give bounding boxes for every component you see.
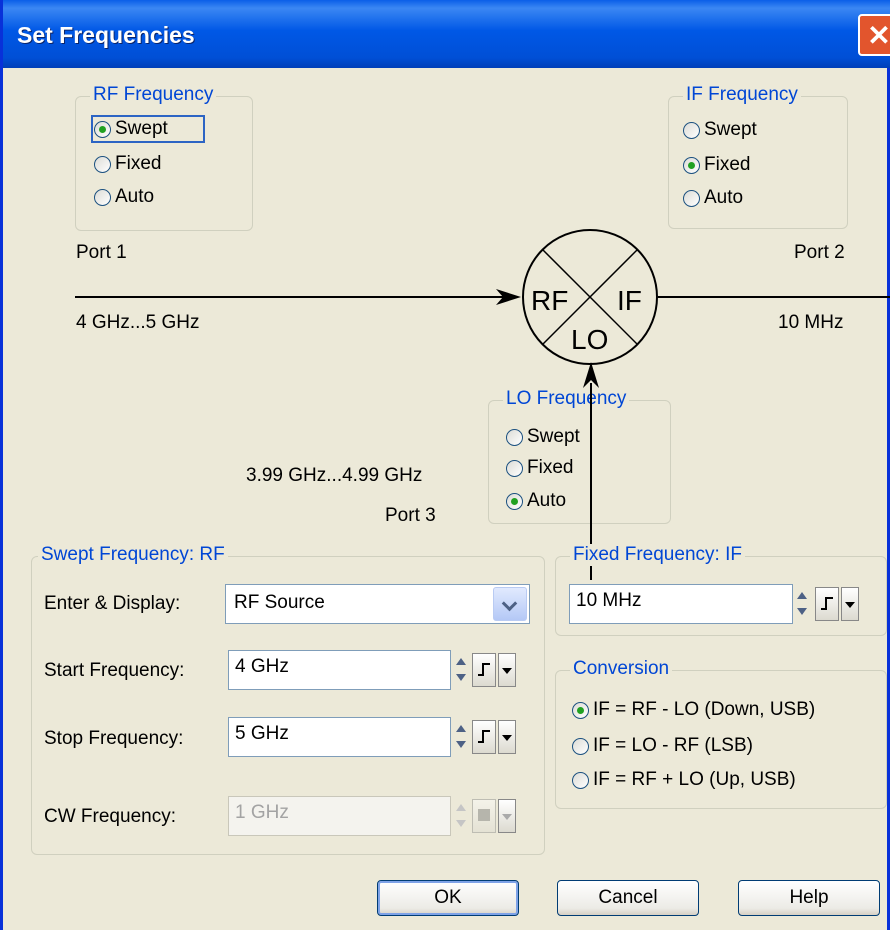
start-frequency-menu-button[interactable] [498, 653, 516, 687]
stop-frequency-label: Stop Frequency: [44, 728, 184, 749]
mixer-rf-text: RF [531, 285, 568, 316]
stop-frequency-input[interactable]: 5 GHz [228, 717, 451, 757]
cw-frequency-step-icon [472, 799, 496, 833]
cw-frequency-spinner [454, 796, 468, 836]
start-frequency-label: Start Frequency: [44, 660, 185, 681]
close-icon: ✕ [867, 20, 890, 51]
fixed-if-step-icon[interactable] [815, 587, 839, 621]
port2-label: Port 2 [794, 242, 845, 263]
fixed-if-menu-button[interactable] [841, 587, 859, 621]
start-frequency-input[interactable]: 4 GHz [228, 650, 451, 690]
rf-range-label: 4 GHz...5 GHz [76, 312, 200, 333]
rf-swept-radio[interactable]: Swept [91, 115, 205, 143]
title-bar[interactable]: Set Frequencies ✕ [3, 0, 890, 68]
radio-indicator [506, 492, 523, 510]
lo-arrowhead [583, 362, 599, 388]
radio-indicator [94, 188, 111, 206]
lo-range-label: 3.99 GHz...4.99 GHz [246, 465, 423, 486]
lo-swept-radio[interactable]: Swept [506, 426, 580, 448]
rf-frequency-group: RF Frequency Swept Fixed Auto [75, 84, 253, 231]
conversion-down-usb-radio[interactable]: IF = RF - LO (Down, USB) [572, 699, 815, 721]
lo-auto-radio[interactable]: Auto [506, 490, 566, 512]
cw-frequency-menu-button [498, 799, 516, 833]
radio-indicator [572, 701, 589, 719]
if-frequency-group: IF Frequency Swept Fixed Auto [668, 84, 848, 229]
if-auto-radio[interactable]: Auto [683, 187, 743, 209]
if-value-label: 10 MHz [778, 312, 844, 333]
mixer-if-text: IF [617, 285, 642, 316]
ok-button[interactable]: OK [377, 880, 519, 916]
chevron-down-icon[interactable] [493, 587, 527, 621]
radio-indicator [572, 771, 589, 789]
close-button[interactable]: ✕ [858, 14, 890, 56]
radio-indicator [94, 120, 111, 138]
cw-frequency-label: CW Frequency: [44, 806, 176, 827]
mixer-lo-text: LO [571, 324, 608, 355]
radio-indicator [683, 156, 700, 174]
cw-frequency-input: 1 GHz [228, 796, 451, 836]
radio-indicator [94, 155, 111, 173]
lo-fixed-radio[interactable]: Fixed [506, 457, 573, 479]
rf-fixed-radio[interactable]: Fixed [94, 153, 161, 175]
rf-auto-radio[interactable]: Auto [94, 186, 154, 208]
if-fixed-radio[interactable]: Fixed [683, 154, 750, 176]
fixed-frequency-legend: Fixed Frequency: IF [570, 544, 745, 566]
enter-display-value: RF Source [234, 592, 325, 613]
radio-indicator [683, 121, 700, 139]
port1-label: Port 1 [76, 242, 127, 263]
rf-arrowhead [496, 289, 521, 305]
lo-frequency-group: LO Frequency Swept Fixed Auto [488, 388, 671, 524]
cancel-button[interactable]: Cancel [557, 880, 699, 916]
if-frequency-legend: IF Frequency [683, 84, 801, 106]
swept-frequency-legend: Swept Frequency: RF [38, 544, 228, 566]
set-frequencies-dialog: Set Frequencies ✕ RF Frequency Swept Fix… [0, 0, 890, 930]
port3-label: Port 3 [385, 505, 436, 526]
enter-display-select[interactable]: RF Source [225, 584, 530, 624]
conversion-legend: Conversion [570, 658, 673, 680]
fixed-if-spinner[interactable] [795, 584, 809, 624]
enter-display-label: Enter & Display: [44, 593, 181, 614]
conversion-lsb-radio[interactable]: IF = LO - RF (LSB) [572, 735, 753, 757]
start-frequency-spinner[interactable] [454, 650, 468, 690]
lo-frequency-legend: LO Frequency [503, 388, 630, 410]
stop-frequency-spinner[interactable] [454, 717, 468, 757]
radio-indicator [572, 737, 589, 755]
stop-frequency-menu-button[interactable] [498, 720, 516, 754]
fixed-if-input[interactable]: 10 MHz [569, 584, 793, 624]
start-frequency-step-icon[interactable] [472, 653, 496, 687]
radio-indicator [506, 428, 523, 446]
mixer-circle [522, 229, 658, 365]
stop-frequency-step-icon[interactable] [472, 720, 496, 754]
radio-indicator [506, 459, 523, 477]
conversion-group: Conversion IF = RF - LO (Down, USB) IF =… [555, 658, 887, 809]
conversion-up-usb-radio[interactable]: IF = RF + LO (Up, USB) [572, 769, 796, 791]
if-swept-radio[interactable]: Swept [683, 119, 757, 141]
help-button[interactable]: Help [738, 880, 880, 916]
radio-indicator [683, 189, 700, 207]
rf-frequency-legend: RF Frequency [90, 84, 217, 106]
dialog-title: Set Frequencies [17, 22, 195, 48]
